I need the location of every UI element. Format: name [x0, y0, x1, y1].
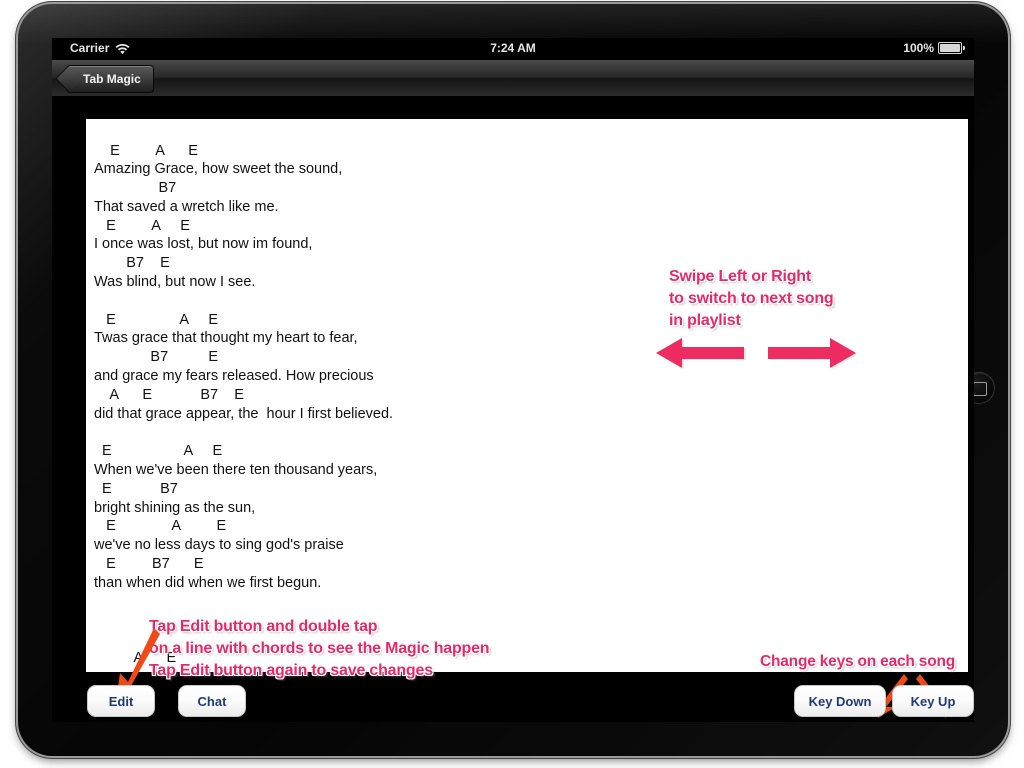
- arrow-left-pink-icon: [656, 338, 744, 368]
- battery-full-icon: [938, 42, 965, 54]
- annotation-edit-note: Tap Edit button and double tap on a line…: [149, 618, 490, 680]
- arrow-right-pink-icon: [768, 338, 856, 368]
- chat-button-label: Chat: [197, 693, 227, 709]
- ipad-screen: Carrier 7:24 AM 100% Tab Magic E A E Ama…: [52, 38, 974, 722]
- annotation-swipe-arrows: [656, 336, 858, 375]
- key-down-button-label: Key Down: [808, 693, 872, 709]
- song-sheet[interactable]: E A E Amazing Grace, how sweet the sound…: [86, 119, 968, 672]
- annotation-swipe-note: Swipe Left or Right to switch to next so…: [669, 268, 834, 330]
- back-button-tab-magic[interactable]: Tab Magic: [66, 65, 154, 93]
- app-toolbar: Tab Magic: [52, 60, 974, 97]
- battery-percent-label: 100%: [903, 41, 934, 55]
- screenshot-root: Carrier 7:24 AM 100% Tab Magic E A E Ama…: [0, 0, 1024, 768]
- ipad-device-frame: Carrier 7:24 AM 100% Tab Magic E A E Ama…: [18, 4, 1008, 756]
- annotation-keys-note: Change keys on each song: [760, 653, 956, 671]
- key-up-button[interactable]: Key Up: [892, 685, 974, 717]
- edit-button-label: Edit: [108, 693, 134, 709]
- status-time: 7:24 AM: [490, 41, 536, 55]
- status-bar: Carrier 7:24 AM 100%: [52, 38, 974, 60]
- back-button-label: Tab Magic: [83, 72, 141, 86]
- key-up-button-label: Key Up: [910, 693, 956, 709]
- status-battery-group: 100%: [903, 41, 965, 55]
- key-down-button[interactable]: Key Down: [794, 685, 886, 717]
- edit-button[interactable]: Edit: [87, 685, 155, 717]
- chat-button[interactable]: Chat: [178, 685, 246, 717]
- song-chord-text[interactable]: E A E Amazing Grace, how sweet the sound…: [94, 142, 964, 668]
